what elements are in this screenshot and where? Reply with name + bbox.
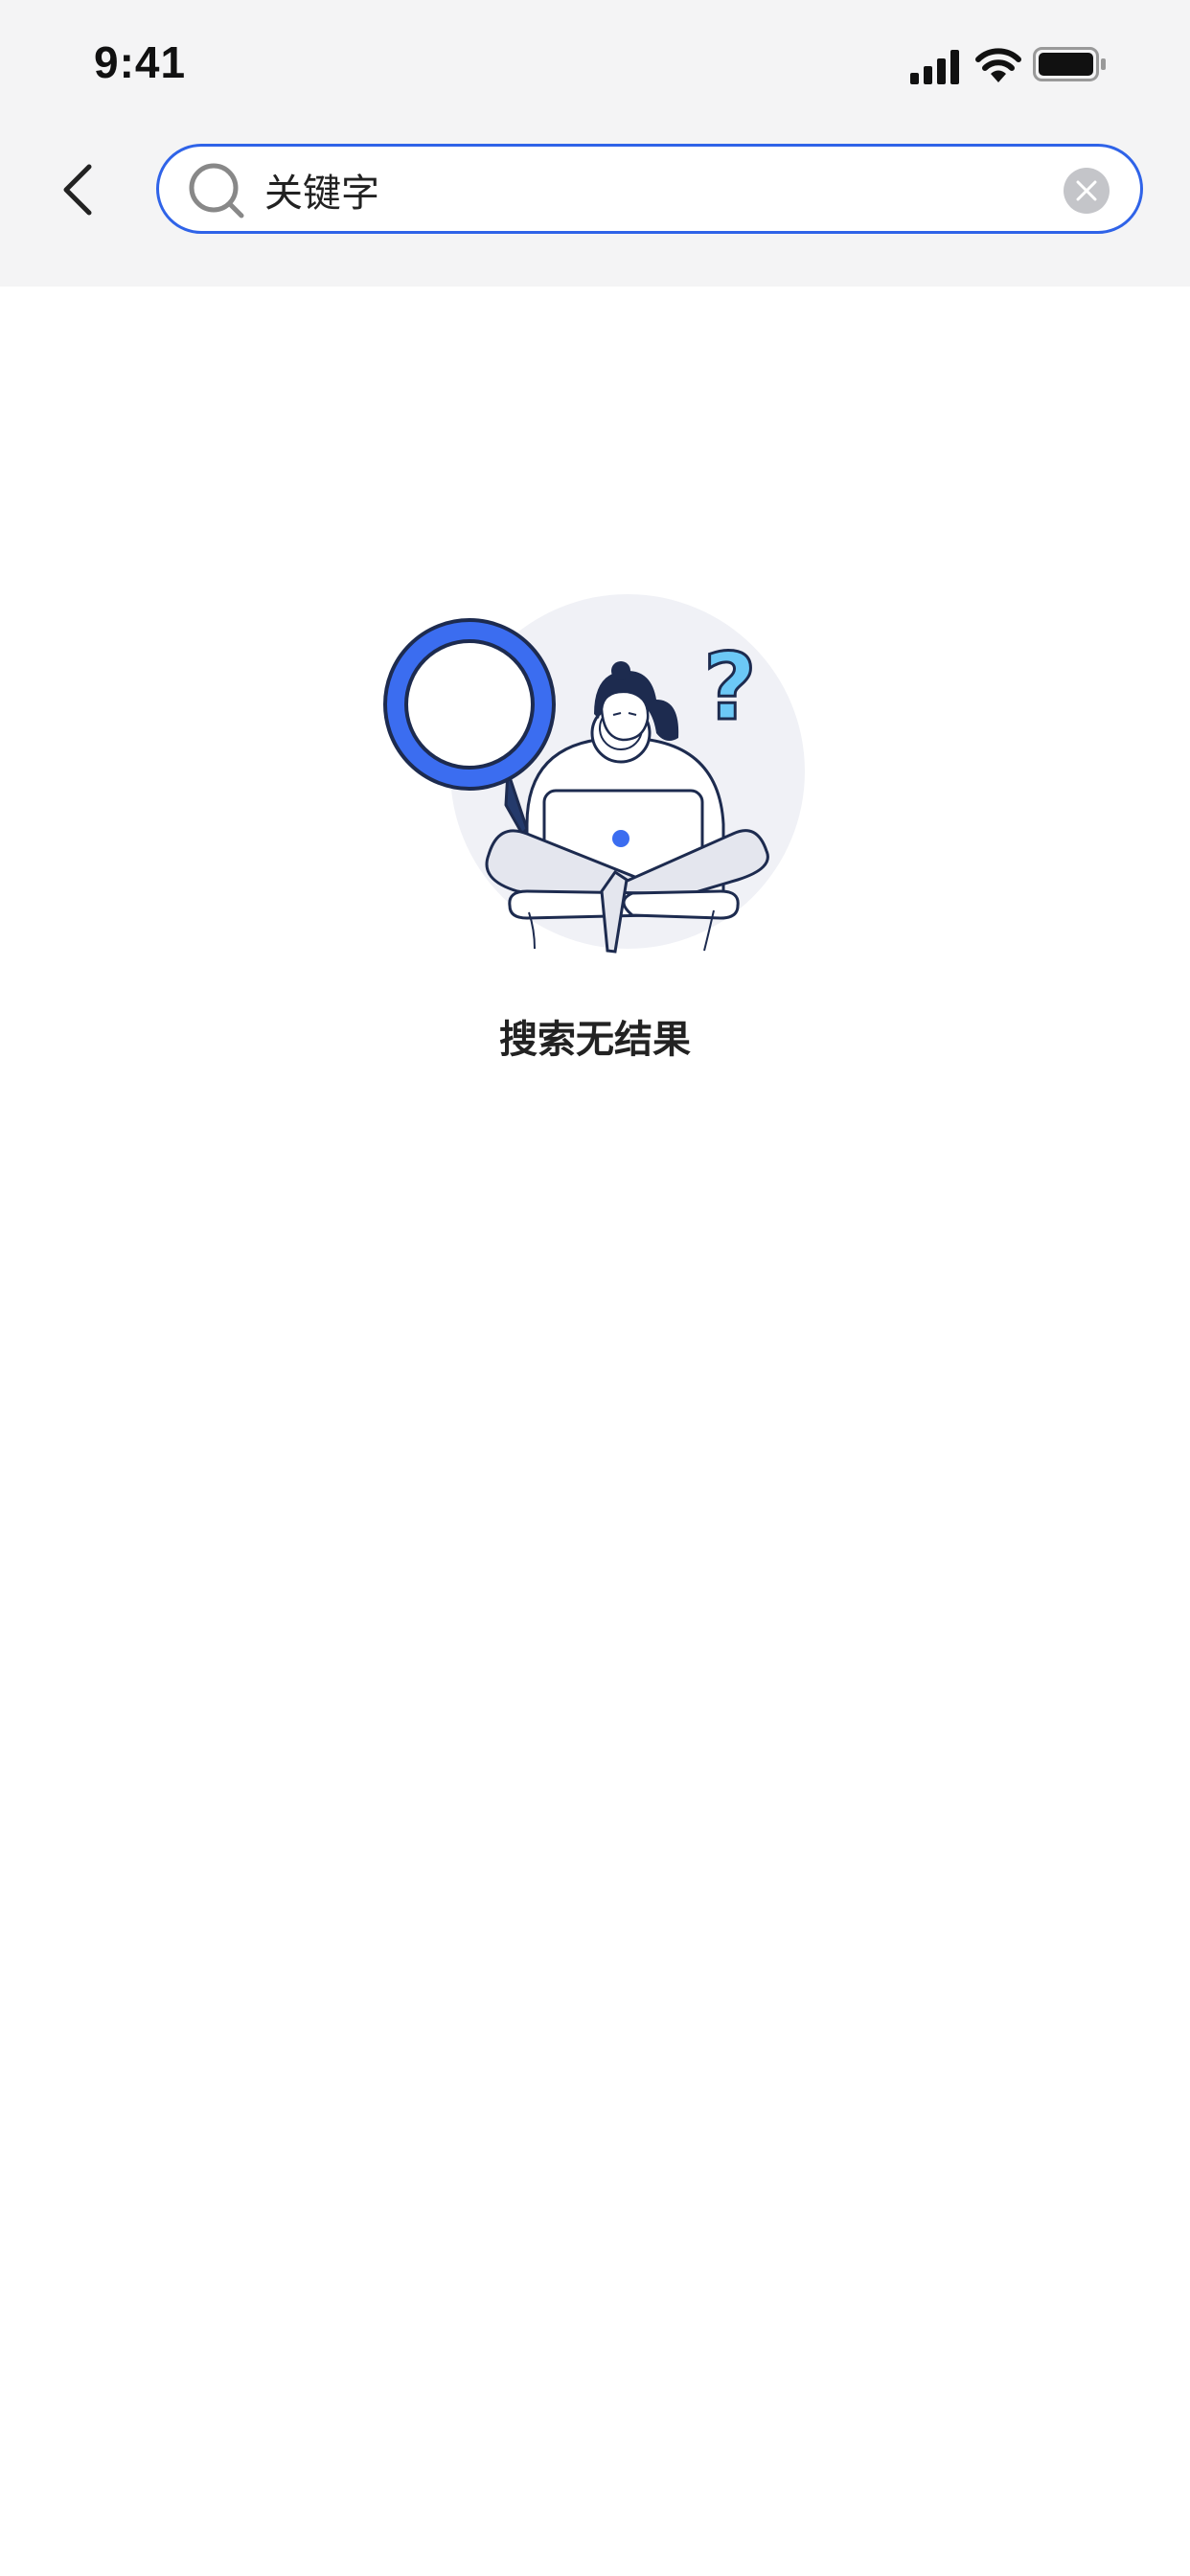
back-icon — [63, 164, 92, 216]
search-input[interactable] — [264, 156, 993, 223]
search-icon — [189, 163, 244, 218]
battery-icon — [1033, 47, 1106, 81]
search-box[interactable] — [156, 144, 1143, 234]
close-icon — [1076, 180, 1097, 201]
empty-search-illustration: ? — [383, 594, 805, 954]
svg-text:?: ? — [703, 633, 757, 741]
status-icons — [910, 44, 1111, 86]
status-bar: 9:41 — [0, 0, 1190, 134]
wifi-icon — [975, 48, 1021, 82]
back-button[interactable] — [53, 153, 106, 226]
status-time: 9:41 — [94, 37, 187, 87]
clear-search-button[interactable] — [1064, 168, 1110, 214]
signal-icon — [910, 50, 959, 84]
empty-state-message: 搜索无结果 — [499, 1018, 691, 1062]
top-header: 9:41 — [0, 0, 1190, 287]
